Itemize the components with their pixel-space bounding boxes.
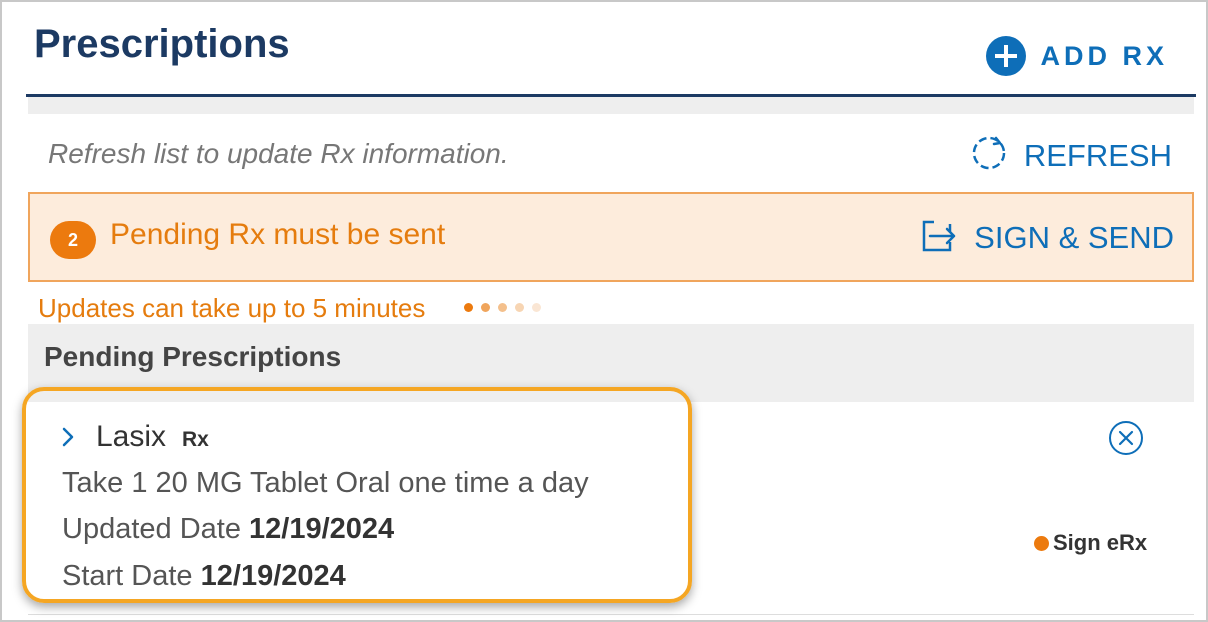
status-label: Sign eRx — [1053, 530, 1148, 555]
add-rx-label: ADD RX — [1040, 40, 1168, 71]
page-title: Prescriptions — [34, 22, 290, 66]
pending-rx-banner: 2 Pending Rx must be sent SIGN & SEND — [28, 192, 1194, 282]
sign-and-send-button[interactable]: SIGN & SEND — [920, 216, 1174, 259]
refresh-label: REFRESH — [1023, 137, 1172, 173]
plus-circle-icon — [986, 36, 1027, 76]
sign-send-label: SIGN & SEND — [974, 219, 1174, 255]
status-dot-icon — [1034, 535, 1049, 551]
divider-strip — [28, 97, 1194, 114]
refresh-icon — [970, 134, 1008, 177]
loading-dot — [481, 303, 490, 312]
section-title: Pending Prescriptions — [44, 341, 342, 372]
add-rx-button[interactable]: ADD RX — [986, 36, 1168, 76]
pending-message: Pending Rx must be sent — [110, 218, 446, 251]
export-arrow-icon — [920, 216, 958, 259]
loading-dot — [515, 303, 524, 312]
refresh-bar: Refresh list to update Rx information. R… — [28, 114, 1194, 192]
highlight-box — [22, 387, 692, 603]
loading-dot — [464, 303, 473, 312]
status-indicator: Sign eRx — [1034, 530, 1147, 556]
updates-note: Updates can take up to 5 minutes — [38, 293, 426, 323]
refresh-hint: Refresh list to update Rx information. — [48, 138, 509, 169]
loading-dot — [532, 303, 541, 312]
close-circle-icon[interactable] — [1108, 420, 1144, 461]
panel-header: Prescriptions ADD RX — [26, 0, 1196, 97]
refresh-button[interactable]: REFRESH — [970, 134, 1172, 177]
pending-count-badge: 2 — [50, 221, 96, 259]
loading-dots — [464, 303, 549, 312]
loading-dot — [498, 303, 507, 312]
